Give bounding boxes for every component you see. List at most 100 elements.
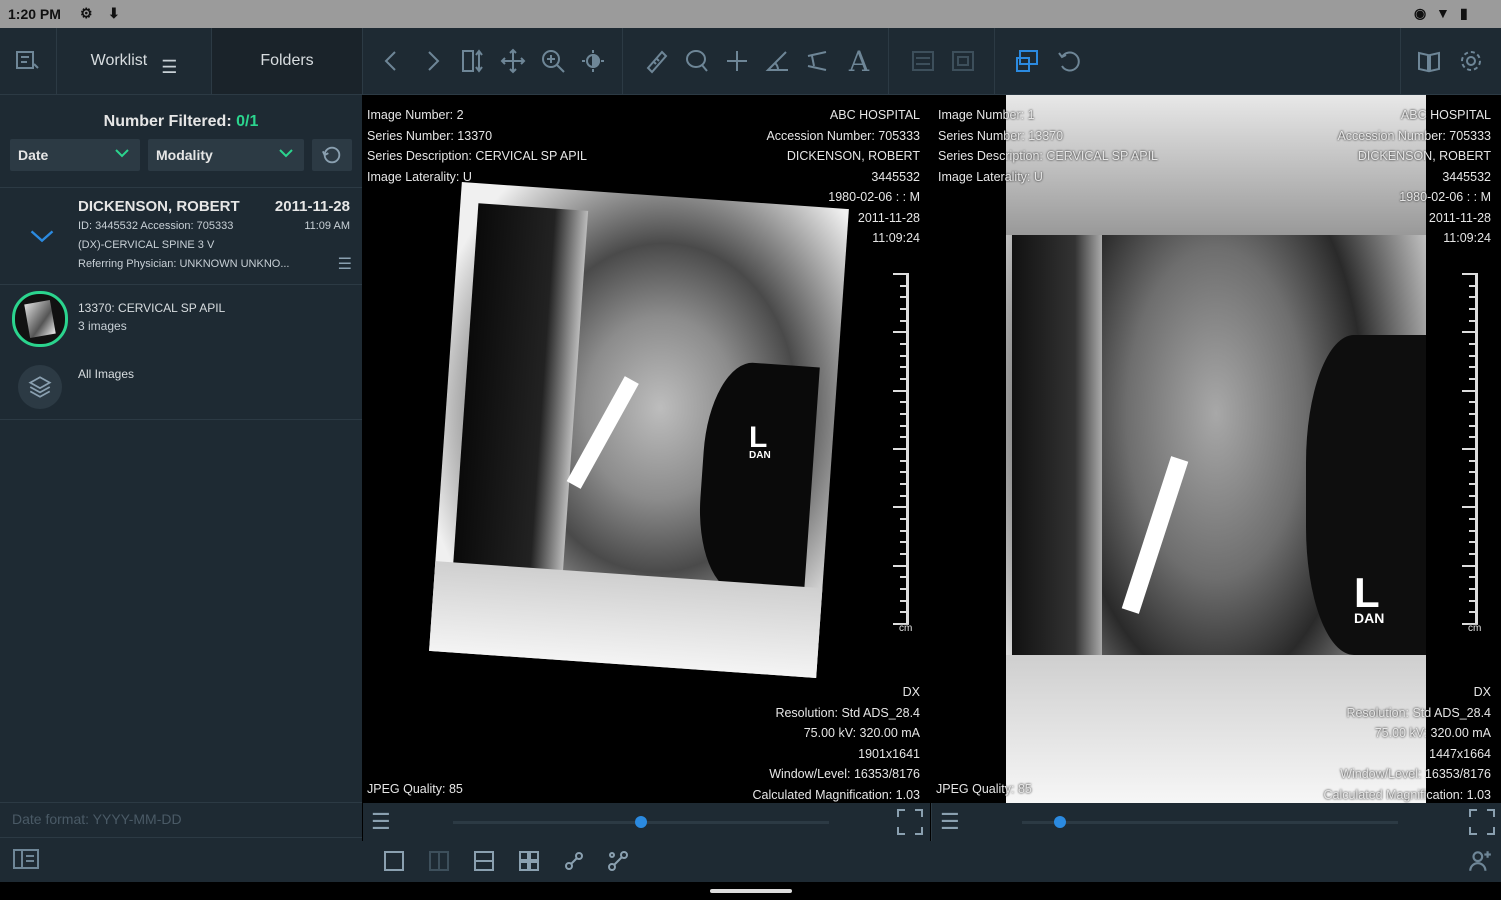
zoom-icon[interactable]	[536, 44, 570, 78]
ruler-tick	[1469, 529, 1478, 532]
ruler-tick	[900, 308, 909, 310]
ruler-tick	[1469, 541, 1478, 544]
rotate-icon[interactable]	[1052, 44, 1086, 78]
series-title: 13370: CERVICAL SP APIL	[78, 301, 226, 315]
link-sync-icon[interactable]	[606, 849, 630, 873]
overlay-bottom-right: DX Resolution: Std ADS_28.4 75.00 kV: 32…	[753, 682, 920, 803]
ruler-tick	[900, 343, 909, 345]
ruler-icon[interactable]	[640, 44, 674, 78]
ruler-tick	[1469, 518, 1478, 520]
ruler-tick	[900, 296, 909, 299]
viewport-left[interactable]: L DAN Image Number: 2 Series Number: 133…	[363, 95, 930, 803]
image-slider-handle[interactable]	[1053, 816, 1066, 828]
layout-1x2-icon[interactable]	[427, 849, 451, 873]
all-images-label: All Images	[78, 367, 135, 381]
overlay-resolution: Resolution: Std ADS_28.4	[1346, 705, 1491, 720]
chevron-right-icon[interactable]	[416, 44, 450, 78]
series-item[interactable]: 13370: CERVICAL SP APIL 3 images	[0, 289, 362, 347]
ruler-tick	[1469, 354, 1478, 357]
overlay-bottom-right: DX Resolution: Std ADS_28.4 75.00 kV: 32…	[1324, 682, 1491, 803]
number-filtered: Number Filtered: 0/1	[0, 113, 362, 131]
ruler-tick	[1469, 378, 1478, 380]
book-icon[interactable]	[1412, 44, 1446, 78]
image-slider-handle[interactable]	[635, 816, 647, 828]
ruler-tick	[900, 541, 909, 544]
overlay-image-number: Image Number: 1	[938, 108, 1035, 122]
annotations-off-icon[interactable]	[906, 44, 940, 78]
ruler-tick	[1469, 483, 1478, 485]
overlay-study-time: 11:09:24	[872, 231, 920, 245]
laterality-marker: L DAN	[749, 423, 771, 461]
series-list: 13370: CERVICAL SP APIL 3 images All Ima…	[0, 285, 362, 420]
cobb-angle-icon[interactable]	[800, 44, 834, 78]
overlay-window-level: Window/Level: 16353/8176	[769, 767, 920, 781]
date-filter-select[interactable]: Date	[10, 139, 140, 171]
overlay-kv-ma: 75.00 kV: 320.00 mA	[1374, 726, 1491, 740]
layout-2x2-icon[interactable]	[517, 849, 541, 873]
overlay-magnification: Calculated Magnification: 1.03	[752, 787, 920, 802]
layout-1x1-icon[interactable]	[382, 849, 406, 873]
menu-icon[interactable]: ☰	[940, 809, 960, 835]
chevron-left-icon[interactable]	[374, 44, 408, 78]
menu-icon[interactable]: ☰	[338, 254, 352, 274]
xray-image	[429, 182, 849, 678]
stack-icon	[18, 365, 62, 409]
collapse-panel-icon[interactable]	[12, 847, 40, 871]
angle-icon[interactable]	[760, 44, 794, 78]
layout-2x1-icon[interactable]	[472, 849, 496, 873]
ruler-tick	[1469, 599, 1478, 602]
ruler-tick	[1469, 413, 1478, 415]
ruler-tick	[893, 448, 909, 450]
fullscreen-icon[interactable]	[896, 808, 924, 836]
gear-icon[interactable]	[1454, 44, 1488, 78]
overlay-birth-sex: 1980-02-06 : : M	[828, 190, 920, 204]
chevron-down-icon[interactable]	[28, 222, 56, 250]
menu-icon[interactable]: ☰	[371, 809, 391, 835]
ruler-tick	[1462, 389, 1478, 392]
wifi-icon: ▼	[1436, 5, 1450, 21]
text-icon[interactable]: A	[842, 44, 876, 78]
ruler-tick	[1462, 331, 1478, 334]
reset-filter-button[interactable]	[312, 139, 352, 171]
ruler-tick	[900, 529, 909, 532]
menu-icon[interactable]: ☰	[161, 57, 177, 78]
tab-folders[interactable]: Folders	[212, 28, 362, 94]
tab-folders-label: Folders	[260, 52, 314, 69]
scale-ruler	[893, 273, 909, 625]
overlay-institution: ABC HOSPITAL	[829, 108, 920, 122]
frame-scroll-icon[interactable]	[456, 44, 490, 78]
ruler-tick	[893, 506, 909, 509]
ruler-tick	[900, 319, 909, 322]
viewport-right[interactable]: L DAN Image Number: 1 Series Number: 133…	[932, 95, 1501, 803]
modality-filter-label: Modality	[156, 147, 213, 163]
contrast-icon[interactable]	[576, 44, 610, 78]
status-time: 1:20 PM	[8, 6, 61, 22]
ruler-tick	[1462, 273, 1478, 275]
overlay-image-number: Image Number: 2	[367, 108, 464, 122]
ellipse-roi-icon[interactable]	[680, 44, 714, 78]
user-add-icon[interactable]	[1467, 848, 1493, 874]
key-image-icon[interactable]	[946, 44, 980, 78]
reading-list-icon[interactable]	[10, 44, 44, 78]
overlay-accession: Accession Number: 705333	[766, 128, 920, 143]
ruler-tick	[900, 366, 909, 369]
patient-study-item[interactable]: DICKENSON, ROBERT 2011-11-28 ID: 3445532…	[0, 187, 362, 285]
ruler-tick	[893, 331, 909, 334]
overlay-modality: DX	[902, 685, 920, 699]
overlay-resolution: Resolution: Std ADS_28.4	[775, 705, 920, 720]
link-icon[interactable]	[562, 849, 586, 873]
fullscreen-icon[interactable]	[1468, 808, 1496, 836]
crosshair-icon[interactable]	[720, 44, 754, 78]
ruler-tick	[900, 378, 909, 380]
modality-filter-select[interactable]: Modality	[148, 139, 304, 171]
all-images-item[interactable]: All Images	[0, 355, 362, 409]
date-format-text: Date format: YYYY-MM-DD	[12, 811, 182, 827]
pan-icon[interactable]	[496, 44, 530, 78]
laterality-marker: L DAN	[1354, 572, 1384, 626]
image-slider-track[interactable]	[1022, 821, 1398, 824]
overlay-jpeg-quality: JPEG Quality: 85	[367, 782, 463, 796]
sync-viewports-icon[interactable]	[1010, 44, 1044, 78]
home-gesture-bar[interactable]	[710, 889, 792, 893]
ruler-tick	[1462, 564, 1478, 567]
tab-worklist[interactable]: Worklist ☰	[57, 28, 211, 94]
